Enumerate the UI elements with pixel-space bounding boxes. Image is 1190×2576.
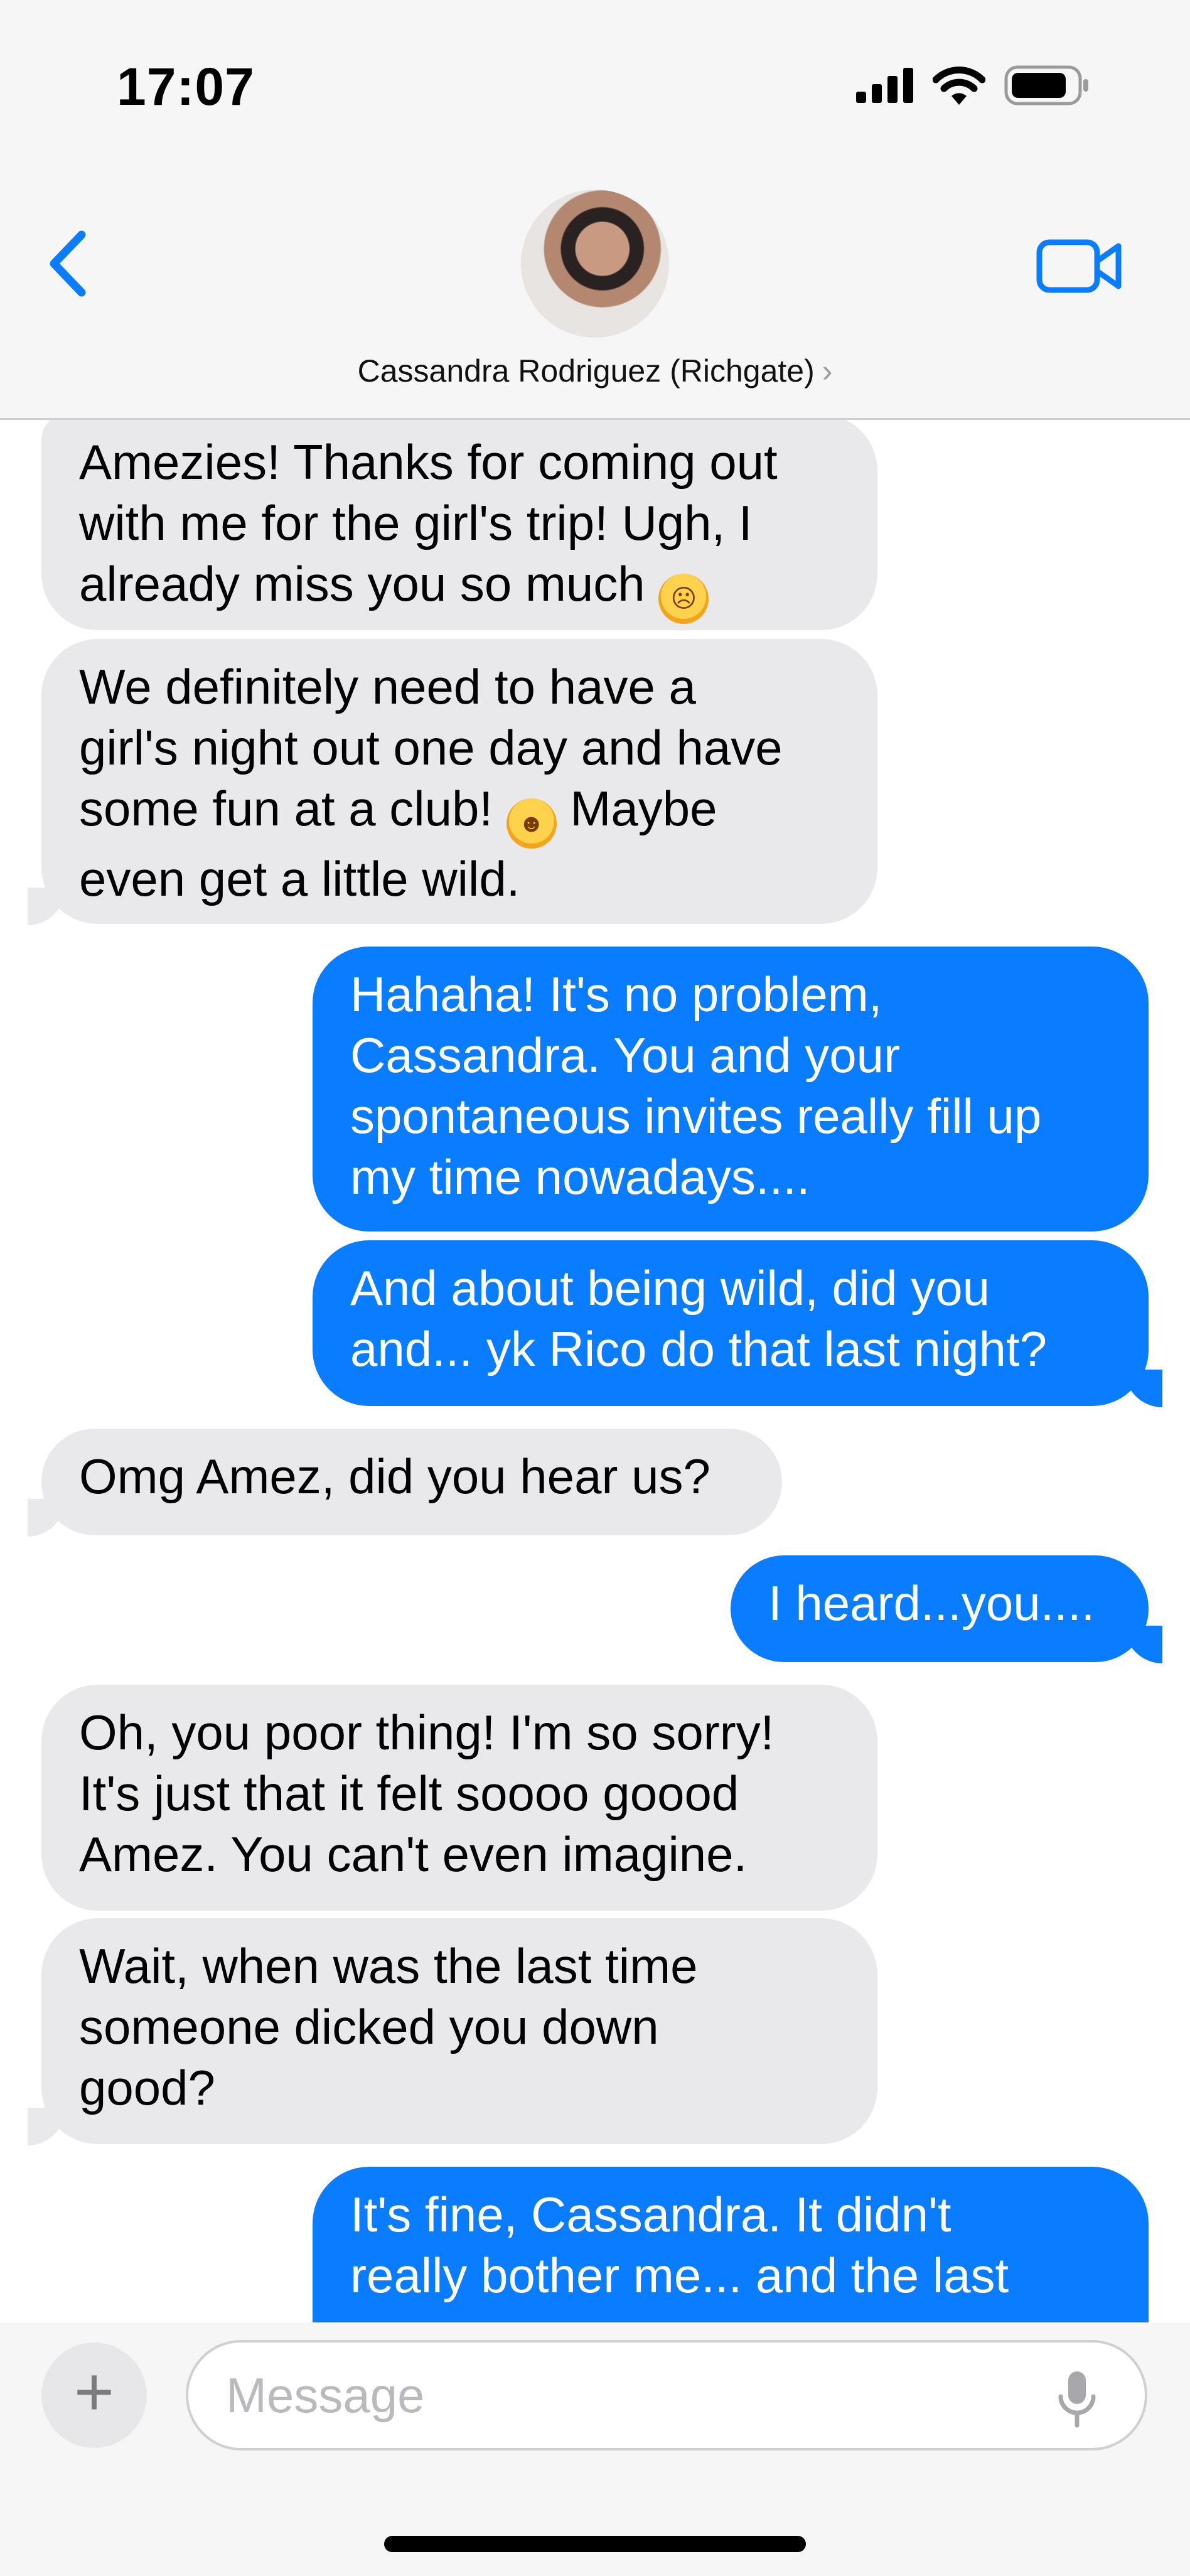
message-line: someone dicked you down <box>79 1999 659 2054</box>
message-line: Amez. You can't even imagine. <box>79 1827 748 1882</box>
message-line: and... yk Rico do that last night? <box>350 1321 1047 1377</box>
apps-plus-button[interactable]: + <box>41 2343 147 2448</box>
incoming-message: Oh, you poor thing! I'm so sorry! It's j… <box>41 1685 877 1911</box>
incoming-message: We definitely need to have a girl's nigh… <box>41 639 877 924</box>
facetime-video-icon[interactable] <box>1036 235 1123 298</box>
message-line: girl's night out one day and have <box>79 720 783 775</box>
status-time: 17:07 <box>117 57 255 116</box>
cellular-signal-icon <box>856 68 913 103</box>
microphone-icon[interactable] <box>1054 2369 1100 2429</box>
status-icons <box>856 65 1090 105</box>
message-line: It's fine, Cassandra. It didn't <box>350 2187 951 2242</box>
message-line: some fun at a club! ☻ Maybe <box>79 778 840 849</box>
message-line: with me for the girl's trip! Ugh, I <box>79 495 753 550</box>
outgoing-message: I heard...you.... <box>731 1555 1149 1662</box>
message-line: We definitely need to have a <box>79 659 696 714</box>
message-line: spontaneous invites really fill up <box>350 1088 1042 1144</box>
message-line: Amezies! Thanks for coming out <box>79 434 778 490</box>
bubble-tail <box>28 1499 65 1537</box>
bubble-tail <box>28 888 65 925</box>
message-line: And about being wild, did you <box>350 1260 990 1316</box>
battery-icon <box>1004 65 1088 105</box>
message-line: Wait, when was the last time <box>79 1938 698 1994</box>
message-line: Hahaha! It's no problem, <box>350 967 882 1022</box>
message-line: I heard...you.... <box>768 1575 1095 1631</box>
message-line: my time nowadays.... <box>350 1149 810 1205</box>
message-line: Omg Amez, did you hear us? <box>79 1449 710 1504</box>
outgoing-message: Hahaha! It's no problem, Cassandra. You … <box>313 947 1149 1232</box>
message-line: Cassandra. You and your <box>350 1028 900 1083</box>
bubble-tail <box>28 2108 65 2145</box>
chevron-right-icon: › <box>822 353 833 389</box>
incoming-message: Wait, when was the last time someone dic… <box>41 1918 877 2144</box>
message-line: really bother me... and the last <box>350 2248 1009 2303</box>
outgoing-message: It's fine, Cassandra. It didn't really b… <box>313 2167 1149 2322</box>
message-line: Oh, you poor thing! I'm so sorry! <box>79 1705 775 1760</box>
bubble-tail <box>1125 1370 1162 1407</box>
outgoing-message: And about being wild, did you and... yk … <box>313 1240 1149 1406</box>
zany-face-emoji: ☻ <box>506 798 557 849</box>
message-line: already miss you so much ☹ <box>79 554 840 624</box>
incoming-message: Amezies! Thanks for coming out with me f… <box>41 414 877 630</box>
incoming-message: Omg Amez, did you hear us? <box>41 1429 782 1535</box>
weary-face-emoji: ☹ <box>658 574 709 624</box>
home-indicator <box>384 2536 806 2552</box>
back-chevron-icon[interactable] <box>41 226 98 301</box>
message-line: It's just that it felt soooo goood <box>79 1766 739 1821</box>
wifi-icon <box>933 67 985 105</box>
contact-avatar[interactable] <box>521 190 669 338</box>
contact-name[interactable]: Cassandra Rodriguez (Richgate) › <box>0 353 1190 389</box>
conversation-header: 17:07 Cassandra Rodriguez (Richgate) › <box>0 0 1190 420</box>
message-line: good? <box>79 2060 215 2115</box>
message-input[interactable] <box>186 2340 1147 2450</box>
message-line: even get a little wild. <box>79 851 520 906</box>
bubble-tail <box>1125 1626 1162 1663</box>
